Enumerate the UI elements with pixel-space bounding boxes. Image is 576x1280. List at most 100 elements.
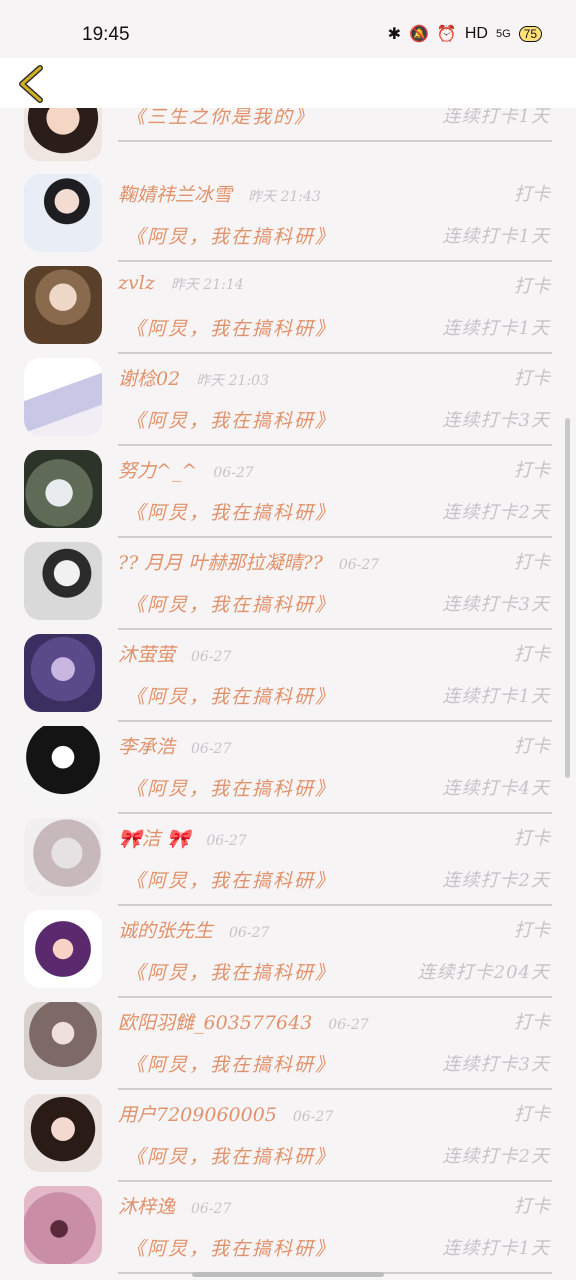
list-item[interactable]: 沐萤萤 06-27 打卡 《阿炅，我在搞科研》 连续打卡1天	[0, 634, 576, 726]
list-item[interactable]: 《三生之你是我的》 连续打卡1天	[0, 108, 576, 161]
checkin-status: 打卡	[514, 828, 550, 849]
list-item[interactable]: 🎀洁 🎀 06-27 打卡 《阿炅，我在搞科研》 连续打卡2天	[0, 818, 576, 910]
checkin-time: 昨天 21:14	[170, 277, 244, 293]
network-label: HD	[464, 25, 488, 42]
streak-count: 连续打卡2天	[442, 870, 550, 891]
streak-count: 连续打卡1天	[442, 226, 550, 247]
list-item[interactable]: 诚的张先生 06-27 打卡 《阿炅，我在搞科研》 连续打卡204天	[0, 910, 576, 1002]
home-indicator[interactable]	[192, 1272, 384, 1277]
user-name: 诚的张先生	[118, 920, 214, 942]
checkin-status: 打卡	[514, 460, 550, 481]
list-item[interactable]: 用户7209060005 06-27 打卡 《阿炅，我在搞科研》 连续打卡2天	[0, 1094, 576, 1186]
divider	[118, 996, 552, 998]
checkin-time: 06-27	[213, 465, 254, 481]
avatar[interactable]	[24, 634, 102, 712]
user-name: 努力^_^	[118, 460, 198, 482]
scrollbar[interactable]	[565, 418, 570, 778]
checkin-list[interactable]: 《三生之你是我的》 连续打卡1天 鞠婧祎兰冰雪 昨天 21:43 打卡 《阿炅，我…	[0, 108, 576, 1280]
checkin-status: 打卡	[514, 276, 550, 297]
checkin-time: 06-27	[191, 741, 232, 757]
chevron-left-icon	[19, 65, 43, 103]
list-item[interactable]: 谢棯02 昨天 21:03 打卡 《阿炅，我在搞科研》 连续打卡3天	[0, 358, 576, 450]
club-name: 《阿炅，我在搞科研》	[126, 594, 337, 616]
user-name: ?? 月月 叶赫那拉凝晴??	[118, 552, 323, 574]
list-item[interactable]: 欧阳羽雠_603577643 06-27 打卡 《阿炅，我在搞科研》 连续打卡3天	[0, 1002, 576, 1094]
checkin-status: 打卡	[514, 736, 550, 757]
user-name: 欧阳羽雠_603577643	[118, 1012, 313, 1034]
checkin-status: 打卡	[514, 1196, 550, 1217]
club-name: 《阿炅，我在搞科研》	[126, 870, 337, 892]
streak-count: 连续打卡3天	[442, 410, 550, 431]
checkin-time: 06-27	[338, 557, 380, 573]
checkin-status: 打卡	[514, 644, 550, 665]
avatar[interactable]	[24, 818, 102, 896]
top-bar	[0, 58, 576, 108]
divider	[118, 260, 552, 262]
club-name: 《阿炅，我在搞科研》	[126, 226, 337, 248]
club-name: 《阿炅，我在搞科研》	[126, 502, 337, 524]
avatar[interactable]	[24, 450, 102, 528]
user-name: 鞠婧祎兰冰雪	[118, 184, 233, 206]
checkin-status: 打卡	[514, 1012, 550, 1033]
checkin-time: 06-27	[292, 1109, 334, 1125]
mute-icon: 🔕	[409, 26, 429, 43]
checkin-status: 打卡	[514, 1104, 550, 1125]
streak-count: 连续打卡1天	[442, 108, 550, 127]
avatar[interactable]	[24, 174, 102, 252]
divider	[118, 904, 552, 906]
list-item[interactable]: ?? 月月 叶赫那拉凝晴?? 06-27 打卡 《阿炅，我在搞科研》 连续打卡3天	[0, 542, 576, 634]
avatar[interactable]	[24, 108, 102, 161]
avatar[interactable]	[24, 266, 102, 344]
divider	[118, 140, 552, 142]
checkin-time: 06-27	[191, 649, 232, 665]
checkin-time: 昨天 21:43	[248, 189, 321, 205]
club-name: 《阿炅，我在搞科研》	[126, 318, 337, 340]
list-item[interactable]: 努力^_^ 06-27 打卡 《阿炅，我在搞科研》 连续打卡2天	[0, 450, 576, 542]
bluetooth-icon: ✱	[387, 26, 401, 43]
avatar[interactable]	[24, 910, 102, 988]
user-name: 用户7209060005	[118, 1104, 277, 1126]
user-name: 沐梓逸	[118, 1196, 176, 1218]
checkin-time: 昨天 21:03	[196, 373, 269, 389]
checkin-status: 打卡	[514, 552, 550, 573]
avatar[interactable]	[24, 1002, 102, 1080]
streak-count: 连续打卡204天	[417, 962, 550, 983]
avatar[interactable]	[24, 726, 102, 804]
user-name: 谢棯02	[118, 368, 181, 390]
checkin-time: 06-27	[206, 833, 247, 849]
checkin-time: 06-27	[191, 1201, 232, 1217]
checkin-status: 打卡	[514, 184, 550, 205]
user-name: 🎀洁 🎀	[118, 828, 191, 850]
streak-count: 连续打卡2天	[442, 1146, 550, 1167]
avatar[interactable]	[24, 1186, 102, 1264]
avatar[interactable]	[24, 542, 102, 620]
user-name: zvlz	[118, 272, 155, 294]
back-button[interactable]	[14, 64, 52, 104]
checkin-time: 06-27	[328, 1017, 369, 1033]
club-name: 《阿炅，我在搞科研》	[126, 1054, 337, 1076]
list-item[interactable]: zvlz 昨天 21:14 打卡 《阿炅，我在搞科研》 连续打卡1天	[0, 266, 576, 358]
status-icons: ✱ 🔕 ⏰ HD 5G 75	[388, 24, 542, 44]
avatar[interactable]	[24, 358, 102, 436]
status-time: 19:45	[82, 24, 130, 45]
checkin-status: 打卡	[514, 368, 550, 389]
streak-count: 连续打卡1天	[442, 686, 550, 707]
divider	[118, 536, 552, 538]
divider	[118, 1180, 552, 1182]
signal-label: 5G	[495, 28, 511, 40]
alarm-icon: ⏰	[436, 26, 457, 43]
status-bar: 19:45 ✱ 🔕 ⏰ HD 5G 75	[0, 0, 576, 62]
club-name: 《阿炅，我在搞科研》	[126, 686, 337, 708]
streak-count: 连续打卡1天	[442, 318, 550, 339]
streak-count: 连续打卡1天	[442, 1238, 550, 1259]
user-name: 李承浩	[118, 736, 176, 758]
club-name: 《阿炅，我在搞科研》	[126, 778, 337, 800]
streak-count: 连续打卡3天	[442, 594, 550, 615]
divider	[118, 720, 552, 722]
divider	[118, 628, 552, 630]
list-item[interactable]: 李承浩 06-27 打卡 《阿炅，我在搞科研》 连续打卡4天	[0, 726, 576, 818]
avatar[interactable]	[24, 1094, 102, 1172]
divider	[118, 444, 552, 446]
list-item[interactable]: 鞠婧祎兰冰雪 昨天 21:43 打卡 《阿炅，我在搞科研》 连续打卡1天	[0, 174, 576, 266]
list-item[interactable]: 沐梓逸 06-27 打卡 《阿炅，我在搞科研》 连续打卡1天	[0, 1186, 576, 1278]
